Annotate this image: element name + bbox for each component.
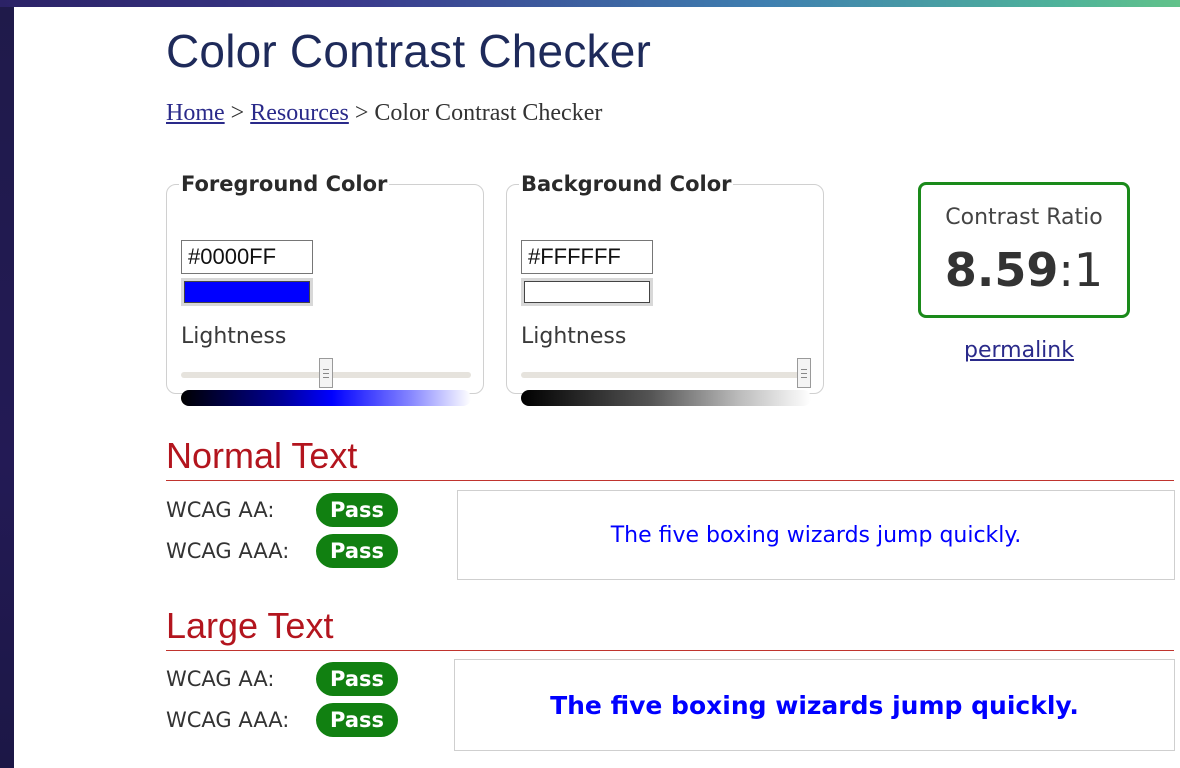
foreground-lightness-slider[interactable] xyxy=(181,358,471,388)
contrast-ratio-suffix: :1 xyxy=(1058,243,1104,297)
contrast-ratio-value: 8.59:1 xyxy=(921,243,1127,297)
large-text-sample: The five boxing wizards jump quickly. xyxy=(454,659,1175,751)
breadcrumb-home-link[interactable]: Home xyxy=(166,100,225,126)
pass-badge: Pass xyxy=(316,662,398,696)
foreground-hex-input[interactable] xyxy=(181,240,313,274)
page-content: Color Contrast Checker Home > Resources > Co… xyxy=(166,0,1176,768)
breadcrumb: Home > Resources > Color Contrast Checker xyxy=(166,100,602,127)
background-lightness-label: Lightness xyxy=(521,324,627,349)
background-swatch-fill xyxy=(524,281,650,303)
permalink-link[interactable]: permalink xyxy=(964,338,1074,363)
foreground-color-swatch[interactable] xyxy=(181,278,313,306)
wcag-aa-label: WCAG AA: xyxy=(166,498,275,522)
background-color-swatch[interactable] xyxy=(521,278,653,306)
foreground-lightness-gradient xyxy=(181,390,471,406)
wcag-aaa-label: WCAG AAA: xyxy=(166,708,290,732)
large-wcag-aaa-row: WCAG AAA: Pass xyxy=(166,701,398,739)
wcag-aa-label: WCAG AA: xyxy=(166,667,275,691)
wcag-aaa-label: WCAG AAA: xyxy=(166,539,290,563)
pass-badge: Pass xyxy=(316,534,398,568)
normal-wcag-aa-row: WCAG AA: Pass xyxy=(166,491,398,529)
breadcrumb-separator: > xyxy=(230,100,245,126)
large-text-heading: Large Text xyxy=(166,606,1174,651)
foreground-color-panel: Foreground Color Lightness xyxy=(166,172,484,406)
contrast-ratio-box: Contrast Ratio 8.59:1 xyxy=(918,182,1130,318)
breadcrumb-resources-link[interactable]: Resources xyxy=(250,100,349,126)
normal-text-heading: Normal Text xyxy=(166,436,1174,481)
pass-badge: Pass xyxy=(316,703,398,737)
page-title: Color Contrast Checker xyxy=(166,25,652,77)
foreground-color-legend: Foreground Color xyxy=(181,172,388,196)
normal-text-sample: The five boxing wizards jump quickly. xyxy=(457,490,1175,580)
normal-wcag-aaa-row: WCAG AAA: Pass xyxy=(166,532,398,570)
breadcrumb-separator: > xyxy=(354,100,369,126)
background-lightness-slider[interactable] xyxy=(521,358,811,388)
foreground-slider-thumb[interactable] xyxy=(319,358,333,388)
background-color-legend: Background Color xyxy=(521,172,732,196)
window-left-edge xyxy=(0,0,14,768)
contrast-ratio-label: Contrast Ratio xyxy=(945,205,1103,230)
contrast-ratio-number: 8.59 xyxy=(944,243,1059,297)
background-lightness-gradient xyxy=(521,390,811,406)
pass-badge: Pass xyxy=(316,493,398,527)
breadcrumb-current: Color Contrast Checker xyxy=(374,100,603,126)
foreground-lightness-label: Lightness xyxy=(181,324,287,349)
large-wcag-aa-row: WCAG AA: Pass xyxy=(166,660,398,698)
background-color-panel: Background Color Lightness xyxy=(506,172,824,406)
background-hex-input[interactable] xyxy=(521,240,653,274)
foreground-swatch-fill xyxy=(184,281,310,303)
background-slider-thumb[interactable] xyxy=(797,358,811,388)
